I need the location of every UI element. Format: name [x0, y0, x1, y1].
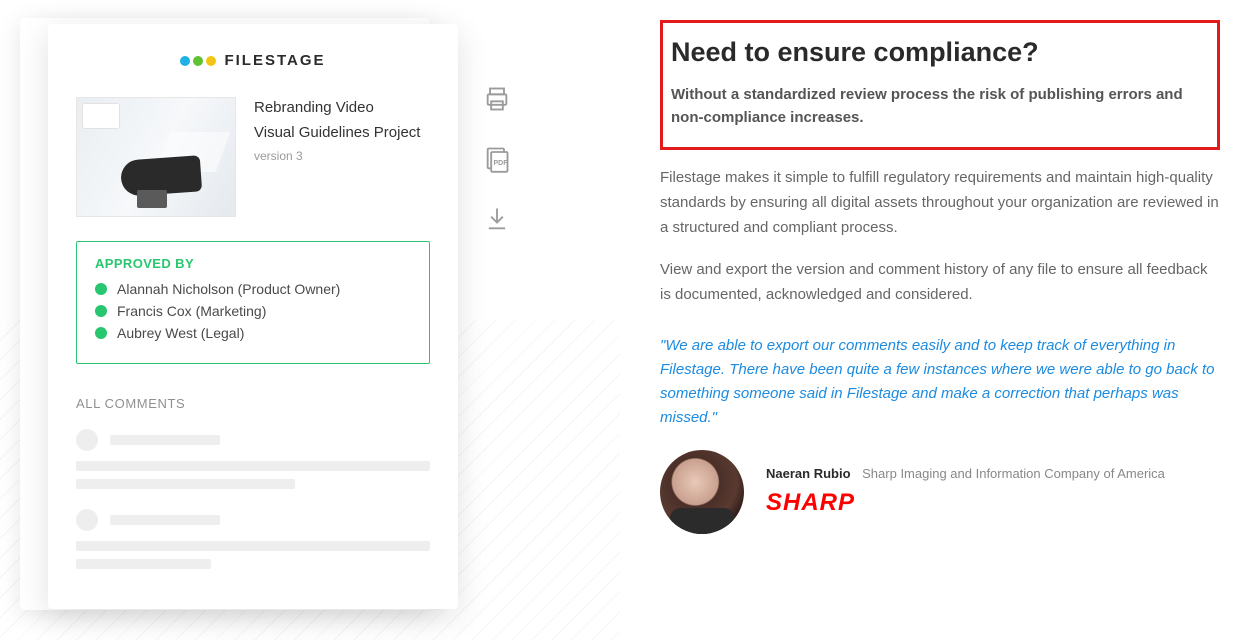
pdf-icon[interactable]: PDF	[482, 144, 512, 174]
project-thumbnail	[76, 97, 236, 217]
approver-row: Alannah Nicholson (Product Owner)	[95, 281, 411, 297]
project-version: version 3	[254, 149, 430, 163]
approver-name: Alannah Nicholson (Product Owner)	[117, 281, 340, 297]
status-dot-icon	[95, 327, 107, 339]
project-title-2: Visual Guidelines Project	[254, 124, 430, 141]
testimonial-name: Naeran Rubio	[766, 466, 851, 481]
avatar	[660, 450, 744, 534]
card-stack: FILESTAGE Rebranding Video Visual Guidel…	[30, 24, 450, 609]
project-meta: Rebranding Video Visual Guidelines Proje…	[254, 97, 430, 217]
approval-card: FILESTAGE Rebranding Video Visual Guidel…	[48, 24, 458, 609]
sharp-logo: SHARP	[766, 489, 1165, 517]
export-actions: PDF	[482, 84, 512, 234]
approver-name: Francis Cox (Marketing)	[117, 303, 266, 319]
comment-placeholder	[76, 509, 430, 569]
testimonial-quote: "We are able to export our comments easi…	[660, 334, 1220, 430]
lead-text: Without a standardized review process th…	[671, 84, 1199, 129]
testimonial-company: Sharp Imaging and Information Company of…	[862, 466, 1165, 481]
brand-name: FILESTAGE	[224, 52, 325, 69]
project-title-1: Rebranding Video	[254, 99, 430, 116]
logo-dots-icon	[180, 56, 216, 66]
content-column: Need to ensure compliance? Without a sta…	[660, 20, 1220, 534]
testimonial-block: Naeran Rubio Sharp Imaging and Informati…	[660, 450, 1220, 534]
status-dot-icon	[95, 305, 107, 317]
approver-row: Francis Cox (Marketing)	[95, 303, 411, 319]
status-dot-icon	[95, 283, 107, 295]
brand-logo: FILESTAGE	[76, 52, 430, 69]
comment-placeholder	[76, 429, 430, 489]
project-row: Rebranding Video Visual Guidelines Proje…	[76, 97, 430, 217]
section-heading: Need to ensure compliance?	[671, 37, 1199, 68]
testimonial-attribution: Naeran Rubio Sharp Imaging and Informati…	[766, 466, 1165, 481]
highlight-box: Need to ensure compliance? Without a sta…	[660, 20, 1220, 150]
approved-title: APPROVED BY	[95, 256, 411, 271]
approver-name: Aubrey West (Legal)	[117, 325, 244, 341]
comments-section-title: ALL COMMENTS	[76, 396, 430, 411]
body-paragraph: View and export the version and comment …	[660, 258, 1220, 308]
card-column: FILESTAGE Rebranding Video Visual Guidel…	[30, 10, 530, 609]
print-icon[interactable]	[482, 84, 512, 114]
approver-row: Aubrey West (Legal)	[95, 325, 411, 341]
body-paragraph: Filestage makes it simple to fulfill reg…	[660, 166, 1220, 240]
testimonial-meta: Naeran Rubio Sharp Imaging and Informati…	[766, 466, 1165, 517]
svg-text:PDF: PDF	[494, 160, 509, 167]
download-icon[interactable]	[482, 204, 512, 234]
approved-box: APPROVED BY Alannah Nicholson (Product O…	[76, 241, 430, 364]
